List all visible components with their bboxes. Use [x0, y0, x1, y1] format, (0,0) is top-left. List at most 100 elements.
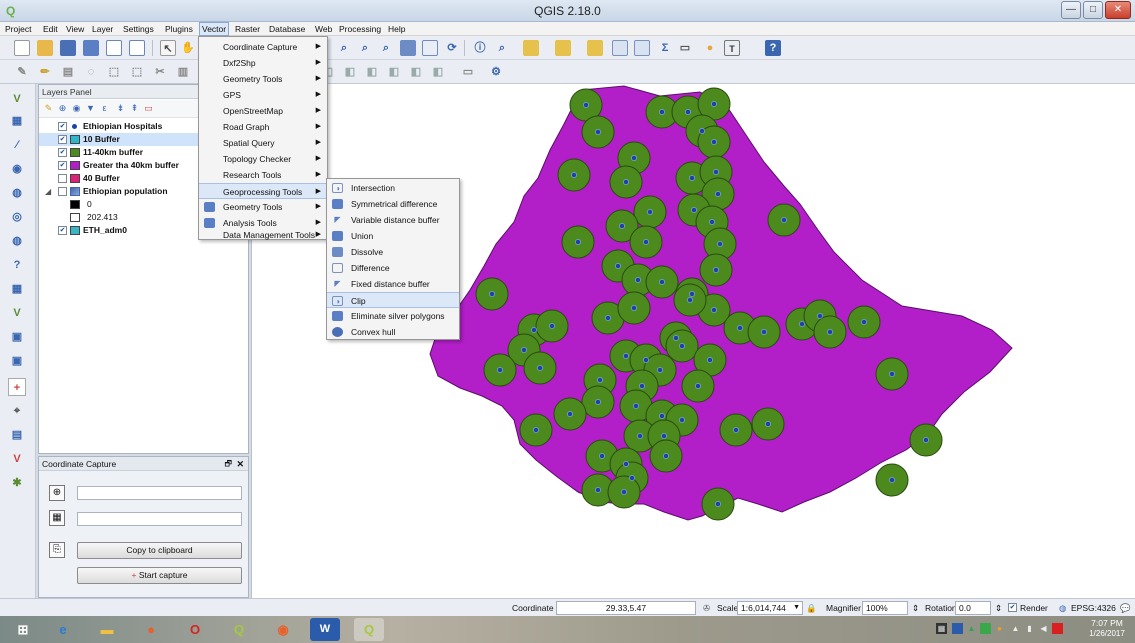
copy-to-clipboard-button[interactable]: Copy to clipboard: [77, 542, 242, 559]
field-calculator-icon[interactable]: [634, 40, 650, 56]
pan-map-icon[interactable]: ↖: [160, 40, 176, 56]
pan-hand-icon[interactable]: ✋: [180, 40, 196, 56]
add-wms-layer-icon[interactable]: ◎: [8, 208, 26, 226]
app-tray-icon[interactable]: [980, 623, 991, 634]
start-capture-button[interactable]: + Start capture: [77, 567, 242, 584]
spin-arrows-icon[interactable]: ⇕: [995, 603, 1002, 614]
magnifier-spinbox[interactable]: 100%: [862, 601, 908, 615]
filter-legend-icon[interactable]: ▼: [85, 103, 96, 114]
text-annotation-icon[interactable]: T: [724, 40, 740, 56]
collapse-all-icon[interactable]: ⇞: [129, 103, 140, 114]
add-wms-tile-icon[interactable]: ▤: [8, 426, 26, 444]
new-project-icon[interactable]: [14, 40, 30, 56]
measure-icon[interactable]: ▭: [677, 40, 693, 56]
add-group-icon[interactable]: ⊕: [57, 103, 68, 114]
layer-visibility-checkbox[interactable]: ✔: [58, 135, 67, 144]
filter-expression-icon[interactable]: ε: [99, 103, 110, 114]
menu-item-fixed-distance-buffer[interactable]: ◤ Fixed distance buffer: [327, 276, 459, 292]
zoom-last-icon[interactable]: [422, 40, 438, 56]
menu-processing[interactable]: Processing: [337, 22, 383, 36]
menu-item-coordinate-capture[interactable]: Coordinate Capture ▶: [199, 39, 327, 55]
expand-arrow-icon[interactable]: ◢: [45, 185, 51, 198]
float-panel-icon[interactable]: 🗗: [224, 457, 232, 471]
menu-edit[interactable]: Edit: [41, 22, 60, 36]
identify-icon[interactable]: ⓘ: [472, 40, 488, 56]
messages-icon[interactable]: 💬: [1120, 603, 1131, 614]
internet-explorer-icon[interactable]: e: [48, 618, 78, 641]
menu-view[interactable]: View: [64, 22, 86, 36]
close-panel-icon[interactable]: ✕: [236, 457, 244, 471]
crs-status[interactable]: EPSG:4326: [1071, 603, 1116, 613]
toggle-extents-icon[interactable]: ✇: [703, 603, 710, 614]
add-spatialite-layer-icon[interactable]: ◉: [8, 160, 26, 178]
save-as-icon[interactable]: [83, 40, 99, 56]
layer-visibility-checkbox[interactable]: ✔: [58, 148, 67, 157]
map-tips-icon[interactable]: ●: [702, 40, 718, 56]
current-edits-icon[interactable]: ✎: [14, 64, 30, 80]
refresh-icon[interactable]: ⟳: [444, 40, 460, 56]
menu-raster[interactable]: Raster: [233, 22, 262, 36]
menu-database[interactable]: Database: [267, 22, 307, 36]
canvas-coordinate-field[interactable]: [77, 512, 242, 526]
map-canvas[interactable]: [251, 84, 1135, 598]
new-spatialite-icon[interactable]: ▣: [8, 328, 26, 346]
select-by-value-icon[interactable]: [555, 40, 571, 56]
add-virtual-layer-icon[interactable]: V: [8, 450, 26, 468]
minimize-button[interactable]: —: [1061, 1, 1081, 19]
zoom-in-icon[interactable]: ⌕: [336, 40, 352, 56]
menu-item-variable-distance-buffer[interactable]: ◤ Variable distance buffer: [327, 212, 459, 228]
menu-item-difference[interactable]: Difference: [327, 260, 459, 276]
menu-item-research-tools[interactable]: Research Tools ▶: [199, 167, 327, 183]
clock-time[interactable]: 7:07 PM: [1084, 618, 1130, 628]
menu-item-road-graph[interactable]: Road Graph ▶: [199, 119, 327, 135]
menu-project[interactable]: Project: [3, 22, 33, 36]
composer-manager-icon[interactable]: [129, 40, 145, 56]
menu-item-data-management-tools[interactable]: Data Management Tools ▶: [199, 231, 327, 240]
map-crs-coordinate-field[interactable]: [77, 486, 242, 500]
menu-item-analysis-tools[interactable]: Analysis Tools ▶: [199, 215, 327, 231]
show-hidden-icons[interactable]: ▲: [1010, 623, 1021, 634]
menu-item-convex-hull[interactable]: Convex hull: [327, 324, 459, 340]
spin-arrows-icon[interactable]: ⇕: [912, 603, 919, 614]
menu-item-geometry-tools[interactable]: Geometry Tools ▶: [199, 71, 327, 87]
remove-layer-group-icon[interactable]: ▭: [143, 103, 154, 114]
add-raster-layer-icon[interactable]: ▦: [8, 112, 26, 130]
drive-tray-icon[interactable]: ▲: [966, 623, 977, 634]
close-button[interactable]: ✕: [1105, 1, 1131, 19]
manage-themes-icon[interactable]: ◉: [71, 103, 82, 114]
firefox-icon[interactable]: ●: [136, 618, 166, 641]
chrome-icon[interactable]: ◉: [268, 618, 298, 641]
label-rotate-icon[interactable]: ◧: [408, 64, 424, 80]
wifi-icon[interactable]: ▮: [1024, 623, 1035, 634]
copy-icon[interactable]: ⎘: [49, 542, 65, 558]
coordinate-capture-icon[interactable]: +: [8, 378, 26, 396]
maximize-button[interactable]: □: [1083, 1, 1103, 19]
add-wcs-layer-icon[interactable]: ◍: [8, 232, 26, 250]
menu-item-intersection[interactable]: ◑ Intersection: [327, 180, 459, 196]
layer-visibility-checkbox[interactable]: ✔: [58, 161, 67, 170]
canvas-crs-icon[interactable]: ▦: [49, 510, 65, 526]
qgis-taskbar-icon[interactable]: Q: [224, 618, 254, 641]
scale-combobox[interactable]: 1:6,014,744 ▼: [737, 601, 803, 615]
save-project-icon[interactable]: [60, 40, 76, 56]
menu-item-eliminate-sliver-polygons[interactable]: Eliminate silver polygons: [327, 308, 459, 324]
menu-item-openstreetmap[interactable]: OpenStreetMap ▶: [199, 103, 327, 119]
save-edits-icon[interactable]: ▤: [60, 64, 76, 80]
menu-item-dxf2shp[interactable]: Dxf2Shp ▶: [199, 55, 327, 71]
new-print-composer-icon[interactable]: [106, 40, 122, 56]
qgis-active-window-icon[interactable]: Q: [354, 618, 384, 641]
zoom-out-icon[interactable]: ⌕: [357, 40, 373, 56]
menu-item-spatial-query[interactable]: Spatial Query ▶: [199, 135, 327, 151]
menu-vector[interactable]: Vector: [199, 22, 230, 36]
clock-date[interactable]: 1/26/2017: [1084, 629, 1130, 638]
flag-tray-icon[interactable]: [1052, 623, 1063, 634]
rotation-spinbox[interactable]: 0.0: [955, 601, 991, 615]
layer-visibility-checkbox[interactable]: ✔: [58, 122, 67, 131]
menu-item-symmetrical-difference[interactable]: Symmetrical difference: [327, 196, 459, 212]
label-show-icon[interactable]: ◧: [364, 64, 380, 80]
label-pin-icon[interactable]: ◧: [342, 64, 358, 80]
volume-icon[interactable]: ◀: [1038, 623, 1049, 634]
new-shapefile-icon[interactable]: V: [8, 304, 26, 322]
layer-visibility-checkbox[interactable]: [58, 187, 67, 196]
deselect-icon[interactable]: [587, 40, 603, 56]
